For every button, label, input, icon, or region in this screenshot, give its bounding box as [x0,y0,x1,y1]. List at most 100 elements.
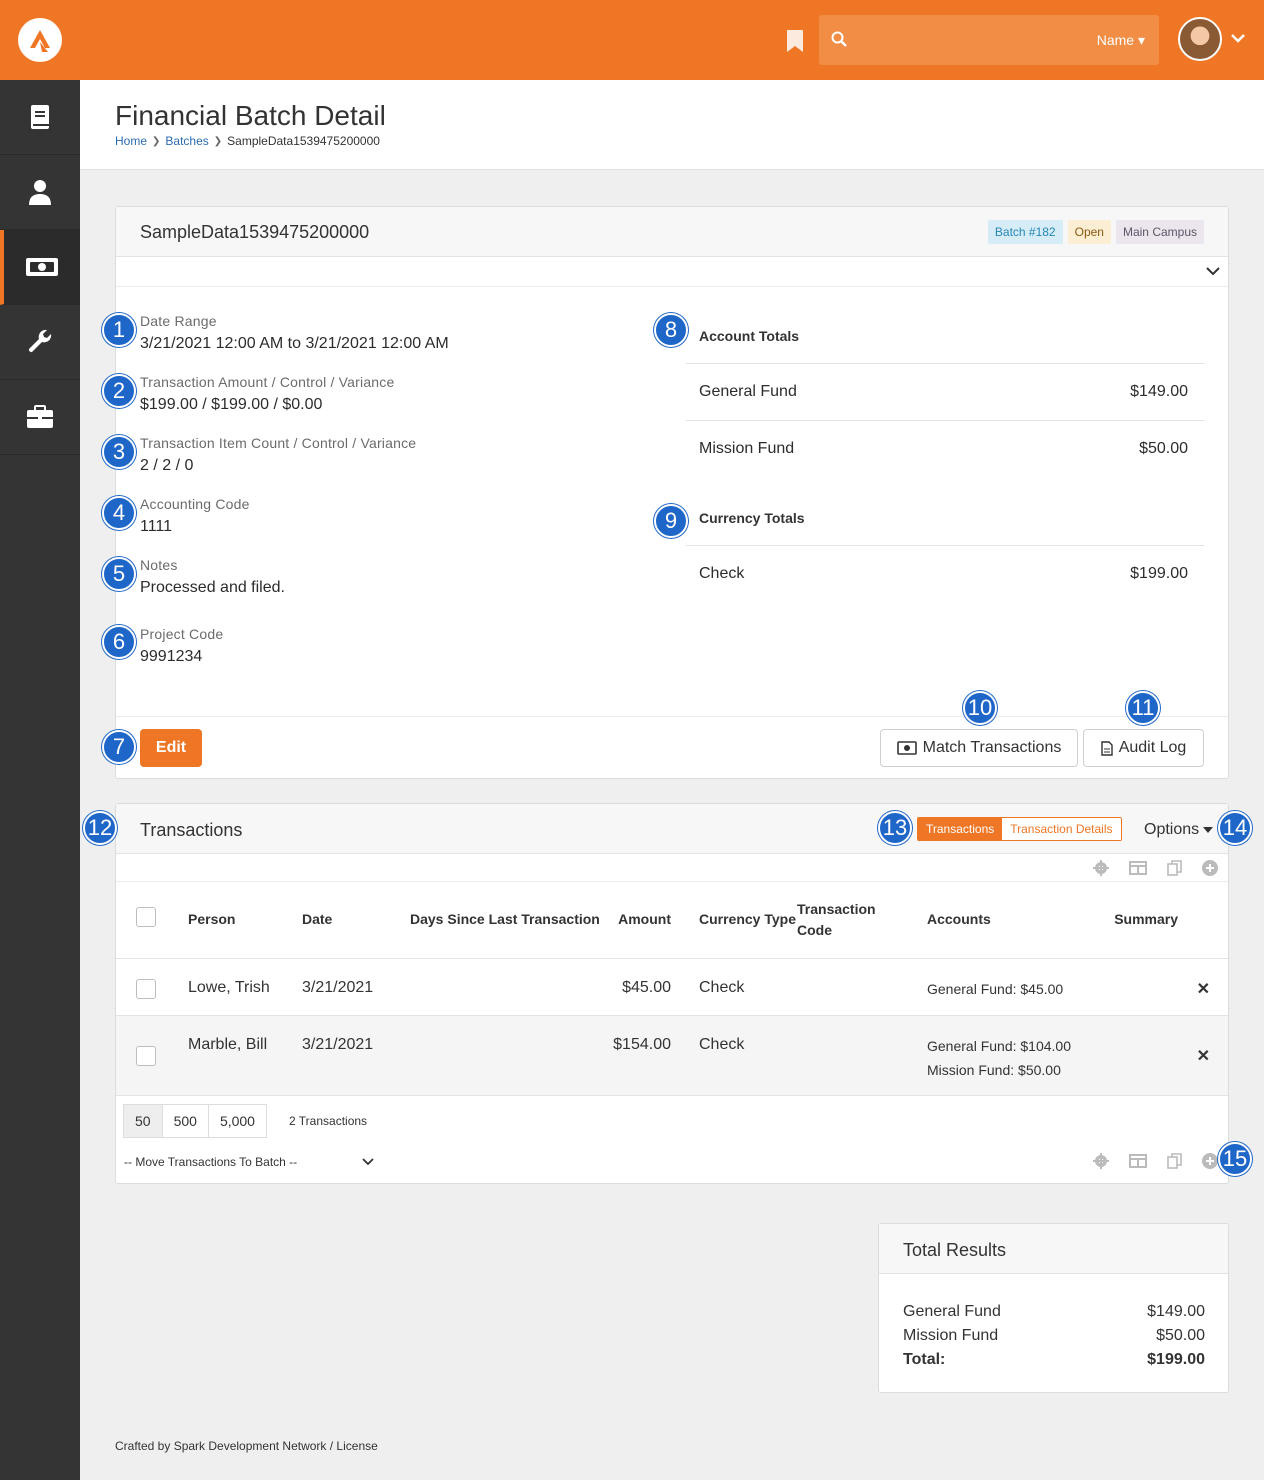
page-size-option[interactable]: 5,000 [207,1104,267,1138]
column-header[interactable]: Summary [1104,882,1228,959]
money-icon [26,258,58,276]
edit-button[interactable]: Edit [140,729,202,767]
sidebar-item-finance[interactable] [0,230,80,305]
copy-icon[interactable] [1167,1153,1182,1169]
delete-icon[interactable]: ✕ [1197,981,1210,998]
sidebar-item-content[interactable] [0,80,80,155]
batch-name: SampleData1539475200000 [140,222,370,242]
accounts-cell: General Fund: $45.00 [927,958,1104,1016]
sidebar-item-people[interactable] [0,155,80,230]
currency-cell: Check [687,958,797,1016]
batch-id-badge: Batch #182 [987,220,1063,244]
currency-name: Check [699,565,745,582]
table-row[interactable]: Marble, Bill 3/21/2021 $154.00 Check Gen… [116,1015,1228,1096]
total-amount: $199.00 [1147,1351,1205,1368]
table-icon[interactable] [1129,1154,1147,1168]
account-amount: $50.00 [1139,440,1188,457]
callout-badge: 1 [102,313,136,347]
column-header[interactable]: Amount [601,882,687,959]
list-item: Mission Fund $50.00 [686,420,1204,477]
page-size-option[interactable]: 500 [161,1104,209,1138]
total-results-header: Total Results [879,1224,1228,1274]
search-box[interactable]: Name ▾ [819,15,1159,65]
money-icon [896,741,917,755]
field-value: 9991234 [140,648,203,665]
total-row: Total: $199.00 [903,1348,1205,1372]
field-value: 3/21/2021 12:00 AM to 3/21/2021 12:00 AM [140,335,449,352]
column-header[interactable]: Transaction Code [797,882,927,959]
currency-amount: $199.00 [1130,565,1188,582]
row-checkbox[interactable] [136,978,156,999]
account-name: General Fund [699,383,797,400]
date-cell: 3/21/2021 [302,1015,410,1096]
chevron-right-icon: ❯ [152,135,161,147]
add-icon[interactable] [1202,1153,1218,1169]
person-cell: Marble, Bill [188,1015,302,1096]
sidebar-item-admin-tools[interactable] [0,305,80,380]
column-header[interactable]: Currency Type [687,882,797,959]
date-cell: 3/21/2021 [302,958,410,1016]
match-transactions-label: Match Transactions [922,739,1062,756]
chevron-down-icon[interactable] [1231,33,1245,43]
chevron-right-icon: ❯ [213,135,223,147]
column-header[interactable]: Accounts [927,882,1104,959]
bookmark-icon[interactable] [786,30,804,52]
field-label: Project Code [140,626,224,642]
field-value: $199.00 / $199.00 / $0.00 [140,396,323,413]
date-range-field: Date Range 3/21/2021 12:00 AM to 3/21/20… [140,313,449,353]
callout-badge: 9 [654,504,688,538]
book-icon [31,105,49,129]
delete-icon[interactable]: ✕ [1197,1048,1210,1065]
top-bar: Name ▾ [0,0,1264,80]
caret-down-icon [1203,827,1214,833]
search-input[interactable] [859,25,1079,55]
column-header[interactable]: Date [302,882,410,959]
toggle-transactions[interactable]: Transactions [918,818,1003,840]
callout-badge: 15 [1218,1142,1252,1176]
table-row[interactable]: Lowe, Trish 3/21/2021 $45.00 Check Gener… [116,958,1228,1016]
total-results-title: Total Results [903,1240,1007,1260]
field-label: Transaction Amount / Control / Variance [140,374,395,390]
callout-badge: 11 [1126,691,1160,725]
gear-icon[interactable] [1093,859,1109,876]
callout-badge: 13 [878,811,912,845]
transactions-title: Transactions [140,820,243,840]
page-size-option[interactable]: 50 [123,1104,163,1138]
match-transactions-button[interactable]: Match Transactions [880,729,1078,767]
account-amount: $149.00 [1130,383,1188,400]
table-icon[interactable] [1129,860,1147,875]
select-all-checkbox[interactable] [136,906,156,927]
days-cell [410,958,601,1016]
breadcrumb: Home ❯ Batches ❯ SampleData1539475200000 [115,134,380,148]
column-header[interactable]: Person [188,882,302,959]
options-label: Options [1144,821,1200,838]
avatar[interactable] [1178,17,1222,61]
page-header: Financial Batch Detail Home ❯ Batches ❯ … [80,80,1264,170]
chevron-down-icon[interactable] [1206,266,1220,276]
sidebar-item-tools[interactable] [0,380,80,455]
briefcase-icon [27,405,53,428]
sidebar [0,80,80,1480]
person-icon [29,180,51,205]
gear-icon[interactable] [1093,1153,1109,1169]
search-filter-dropdown[interactable]: Name ▾ [1097,32,1145,49]
column-header[interactable]: Days Since Last Transaction [410,882,601,959]
accounting-code-field: Accounting Code 1111 [140,496,250,536]
callout-badge: 2 [102,374,136,408]
row-checkbox[interactable] [136,1045,156,1066]
total-results-list: General Fund $149.00 Mission Fund $50.00… [903,1300,1205,1372]
project-code-field: Project Code 9991234 [140,626,223,666]
batch-panel-footer: Edit Match Transactions Audit Log [116,716,1228,779]
toggle-transaction-details[interactable]: Transaction Details [1002,818,1121,840]
rock-logo-icon[interactable] [18,18,62,62]
fund-name: Mission Fund [903,1327,999,1344]
copy-icon[interactable] [1167,859,1182,876]
panel-collapse-bar[interactable] [116,257,1228,287]
breadcrumb-home[interactable]: Home [115,134,147,148]
callout-badge: 7 [102,730,136,764]
amount-cell: $45.00 [601,958,687,1016]
audit-log-button[interactable]: Audit Log [1083,729,1204,767]
add-icon[interactable] [1202,859,1218,876]
breadcrumb-batches[interactable]: Batches [165,134,208,148]
options-dropdown[interactable]: Options [1144,821,1214,839]
